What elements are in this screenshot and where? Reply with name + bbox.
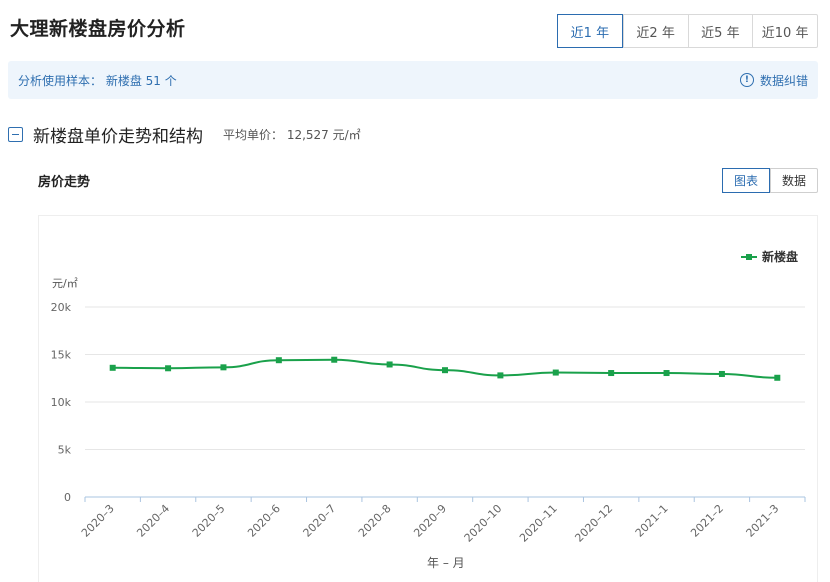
y-tick-label: 0 <box>64 491 71 504</box>
data-point <box>608 370 615 377</box>
y-tick-label: 5k <box>58 444 72 457</box>
x-tick-label: 2021–2 <box>688 502 726 540</box>
data-point <box>442 367 448 374</box>
x-tick-label: 2020–9 <box>411 502 449 540</box>
x-tick-label: 2021–3 <box>744 502 782 540</box>
data-point <box>331 356 338 363</box>
y-axis-unit-label: 元/㎡ <box>52 277 78 290</box>
x-tick-label: 2021–1 <box>633 502 671 540</box>
x-tick-label: 2020–10 <box>462 502 505 545</box>
x-tick-label: 2020–6 <box>245 502 283 540</box>
x-tick-label: 2020–12 <box>572 502 615 545</box>
y-tick-label: 20k <box>51 301 72 314</box>
x-tick-label: 2020–3 <box>79 502 117 540</box>
x-tick-label: 2020–11 <box>517 502 560 545</box>
price-trend-chart: 0 5k 10k 15k 20k 2020–3 2020–4 2020–5 2020–6 2020… <box>51 301 806 545</box>
data-point <box>774 374 781 381</box>
x-tick-label: 2020–8 <box>356 502 394 540</box>
data-point <box>220 364 227 371</box>
chart-legend[interactable]: 新楼盘 <box>741 248 798 265</box>
x-axis-title: 年 – 月 <box>427 556 465 570</box>
x-tick-label: 2020–4 <box>134 502 172 540</box>
data-point <box>165 365 172 372</box>
data-point <box>275 357 282 364</box>
data-point <box>497 372 504 379</box>
y-tick-label: 10k <box>51 396 72 409</box>
y-tick-label: 15k <box>51 349 72 362</box>
legend-label: 新楼盘 <box>762 250 799 264</box>
data-point <box>552 369 559 376</box>
x-tick-label: 2020–5 <box>190 502 228 540</box>
x-tick-label: 2020–7 <box>301 502 339 540</box>
data-point <box>109 364 116 371</box>
data-point <box>718 370 725 377</box>
data-point <box>386 361 393 368</box>
data-point <box>663 370 670 377</box>
legend-marker <box>741 253 757 260</box>
